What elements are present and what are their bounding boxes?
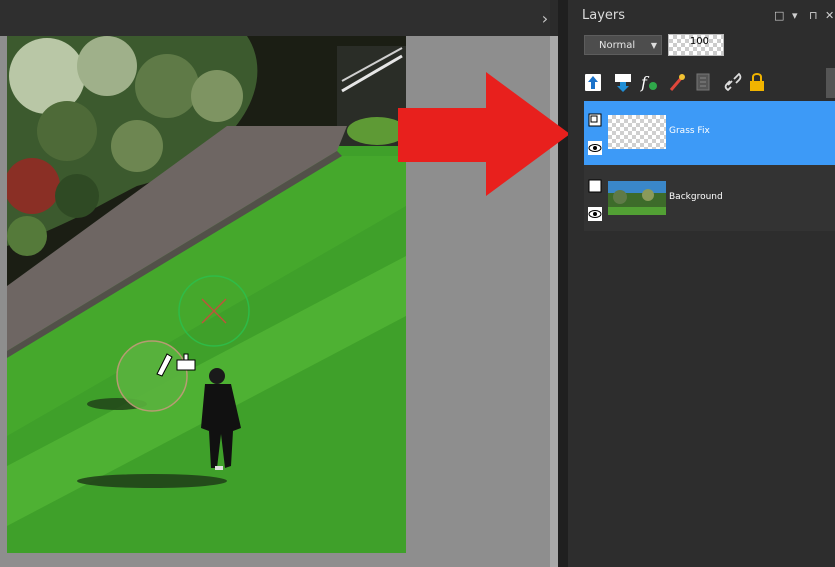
- dropdown-icon[interactable]: ▾: [792, 9, 798, 23]
- visibility-eye-icon[interactable]: [588, 141, 602, 155]
- new-vector-layer-icon[interactable]: [612, 70, 634, 94]
- layer-thumbnail-transparent: [608, 115, 666, 149]
- layer-thumbnail-photo: [608, 181, 666, 215]
- blend-mode-select[interactable]: Normal ▼: [584, 35, 662, 55]
- chevron-down-icon: ▼: [650, 41, 657, 50]
- layer-row-grass-fix[interactable]: Grass Fix: [584, 101, 835, 165]
- link-icon[interactable]: [722, 70, 744, 94]
- close-icon[interactable]: ✕: [825, 9, 834, 23]
- layer-row-background[interactable]: Background: [584, 167, 835, 231]
- pin-icon[interactable]: ⊓: [809, 9, 818, 23]
- visibility-eye-icon[interactable]: [588, 207, 602, 221]
- opacity-value: 100: [689, 36, 709, 47]
- image-canvas[interactable]: [7, 36, 406, 553]
- group-icon[interactable]: [692, 70, 714, 94]
- toolbar-overflow-button[interactable]: [826, 68, 835, 98]
- layers-panel: Layers □ ▾ ⊓ ✕ Normal ▼ 100 f Grass Fix …: [568, 0, 835, 567]
- opacity-field[interactable]: 100: [668, 34, 724, 56]
- raster-layer-type-icon: [588, 113, 602, 127]
- new-raster-layer-icon[interactable]: [582, 70, 604, 94]
- collapse-panel-chevron-icon[interactable]: ›: [536, 9, 554, 29]
- new-mask-icon[interactable]: [666, 70, 688, 94]
- layer-name: Background: [669, 192, 723, 202]
- layer-name: Grass Fix: [669, 126, 710, 136]
- panel-title: Layers: [582, 8, 626, 23]
- svg-text:f: f: [640, 73, 650, 92]
- layer-list: Grass Fix Background: [584, 101, 835, 231]
- maximize-icon[interactable]: □: [774, 9, 784, 23]
- red-arrow-annotation: [398, 72, 570, 196]
- background-layer-type-icon: [588, 179, 602, 193]
- blend-mode-value: Normal: [599, 40, 636, 51]
- lock-icon[interactable]: [746, 70, 768, 94]
- layer-style-icon[interactable]: f: [638, 70, 660, 94]
- workspace-top-strip: [0, 0, 550, 36]
